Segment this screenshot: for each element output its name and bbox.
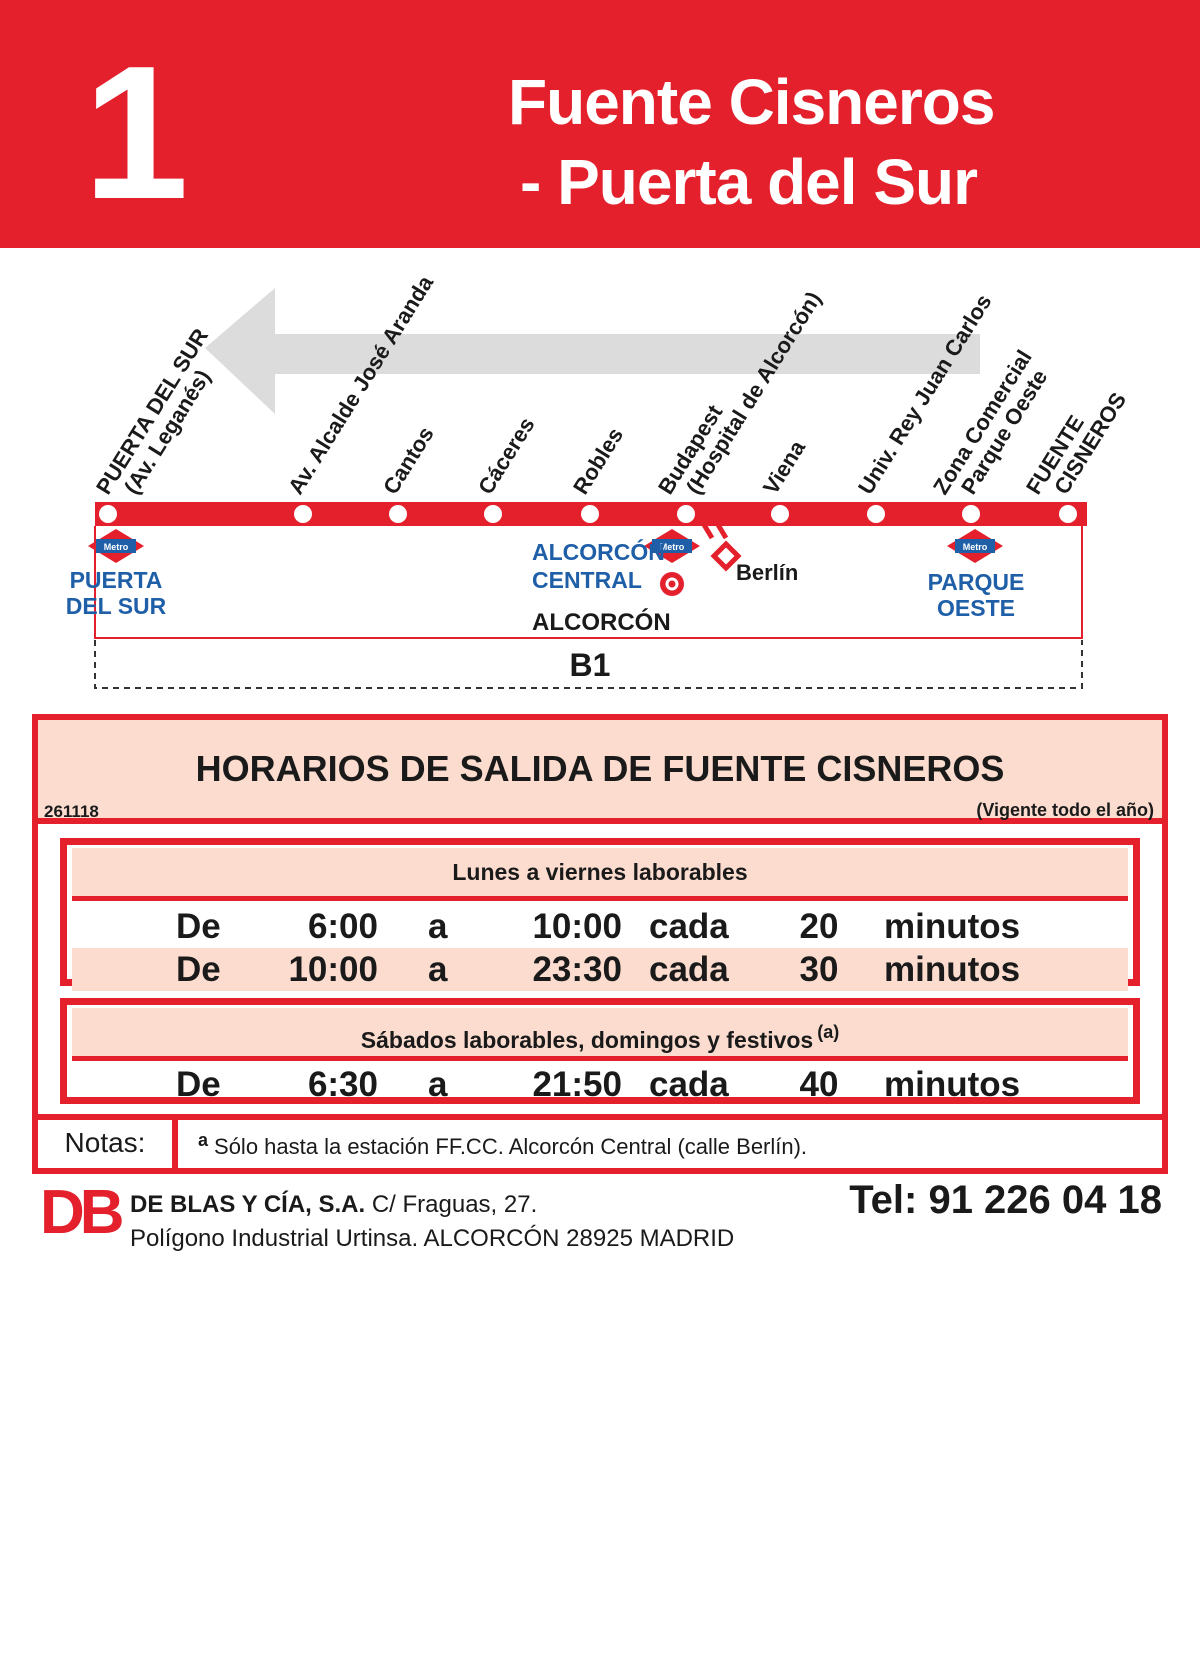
stop-dot — [294, 505, 312, 523]
notes-mark: a — [198, 1130, 209, 1150]
row-freq: 40 — [799, 1065, 839, 1104]
metro-icon: Metro — [947, 529, 1003, 563]
row-from: 6:30 — [307, 1065, 378, 1104]
row-de: De — [176, 950, 221, 989]
stop-dot — [484, 505, 502, 523]
row-to: 10:00 — [532, 907, 622, 946]
company-logo: DB — [40, 1178, 125, 1247]
stop-label-viena: Viena — [758, 435, 810, 498]
weekend-heading-text: Sábados laborables, domingos y festivos — [360, 1027, 814, 1053]
metro-icon: Metro — [88, 529, 144, 563]
row-cada: cada — [649, 907, 729, 946]
schedule-title: HORARIOS DE SALIDA DE FUENTE CISNEROS — [195, 748, 1005, 789]
cercanias-icon — [660, 572, 684, 596]
schedule-row: De 6:00 a 10:00 cada 20 minutos — [72, 905, 1128, 948]
weekend-heading: Sábados laborables, domingos y festivos(… — [72, 1008, 1128, 1061]
stop-label-budapest-sub: (Hospital de Alcorcón) — [681, 287, 826, 499]
conn-puerta-line2: DEL SUR — [66, 593, 167, 619]
row-unit: minutos — [884, 907, 1021, 946]
conn-alcorcon-line1: ALCORCÓN — [532, 538, 665, 565]
company-address: DE BLAS Y CÍA, S.A. C/ Fraguas, 27. Polí… — [130, 1188, 734, 1256]
row-de: De — [176, 907, 221, 946]
weekday-block: Lunes a viernes laborables De 6:00 a 10:… — [60, 838, 1140, 991]
company-name: DE BLAS Y CÍA, S.A. — [130, 1191, 366, 1218]
row-de: De — [176, 1065, 221, 1104]
stop-dot — [867, 505, 885, 523]
company-address2: Polígono Industrial Urtinsa. ALCORCÓN 28… — [130, 1225, 735, 1252]
metro-badge-label: Metro — [963, 542, 988, 552]
conn-puerta-line1: PUERTA — [70, 567, 163, 593]
metro-badge-label: Metro — [104, 542, 129, 552]
notes-row: Notas: a Sólo hasta la estación FF.CC. Al… — [38, 1114, 1162, 1168]
conn-parque-line2: OESTE — [937, 595, 1015, 621]
schedule-table: HORARIOS DE SALIDA DE FUENTE CISNEROS 26… — [32, 714, 1168, 1174]
row-unit: minutos — [884, 1065, 1021, 1104]
stop-dot — [1059, 505, 1077, 523]
row-freq: 30 — [799, 950, 839, 989]
stop-label-robles: Robles — [568, 423, 628, 498]
stop-dot — [962, 505, 980, 523]
schedule-validity: (Vigente todo el año) — [976, 800, 1154, 820]
notes-text: a Sólo hasta la estación FF.CC. Alcorcón … — [198, 1130, 807, 1160]
stop-dot — [771, 505, 789, 523]
row-unit: minutos — [884, 950, 1021, 989]
row-a: a — [428, 1065, 448, 1104]
row-cada: cada — [649, 1065, 729, 1104]
fare-zone-label: B1 — [570, 647, 611, 683]
conn-parque-line1: PARQUE — [928, 569, 1025, 595]
stop-dot — [389, 505, 407, 523]
line-number: 1 — [83, 27, 189, 239]
conn-alcorcon-line2: CENTRAL — [532, 567, 642, 593]
stop-label-cantos: Cantos — [378, 422, 439, 498]
conn-berlin: Berlín — [736, 560, 798, 585]
row-freq: 20 — [799, 907, 839, 946]
weekend-heading-note: (a) — [817, 1022, 840, 1042]
zone-label: ALCORCÓN — [532, 608, 671, 636]
row-cada: cada — [649, 950, 729, 989]
weekday-heading: Lunes a viernes laborables — [72, 848, 1128, 901]
company-street: C/ Fraguas, 27. — [371, 1191, 538, 1218]
stop-label-caceres: Cáceres — [473, 413, 540, 499]
line-header: 1 Fuente Cisneros - Puerta del Sur — [0, 0, 1200, 248]
schedule-row: De 6:30 a 21:50 cada 40 minutos — [72, 1063, 1128, 1106]
row-from: 10:00 — [288, 950, 378, 989]
route-title: Fuente Cisneros - Puerta del Sur — [440, 62, 1020, 222]
direction-arrow-icon — [205, 288, 980, 414]
stop-dot — [99, 505, 117, 523]
stop-dot — [581, 505, 599, 523]
weekend-block: Sábados laborables, domingos y festivos(… — [60, 998, 1140, 1104]
schedule-header: HORARIOS DE SALIDA DE FUENTE CISNEROS 26… — [38, 720, 1162, 824]
schedule-row: De 10:00 a 23:30 cada 30 minutos — [72, 948, 1128, 991]
route-title-line2: - Puerta del Sur — [520, 146, 978, 218]
route-title-line1: Fuente Cisneros — [508, 66, 995, 138]
row-a: a — [428, 907, 448, 946]
company-phone: Tel: 91 226 04 18 — [849, 1178, 1162, 1222]
row-to: 21:50 — [532, 1065, 622, 1104]
row-from: 6:00 — [307, 907, 378, 946]
route-map: PUERTA DEL SUR (Av. Leganés) Av. Alcalde… — [0, 248, 1200, 708]
stop-dot — [677, 505, 695, 523]
row-a: a — [428, 950, 448, 989]
schedule-code: 261118 — [44, 802, 99, 821]
notes-label: Notas: — [38, 1120, 178, 1168]
notes-body: Sólo hasta la estación FF.CC. Alcorcón C… — [214, 1134, 808, 1159]
row-to: 23:30 — [532, 950, 622, 989]
